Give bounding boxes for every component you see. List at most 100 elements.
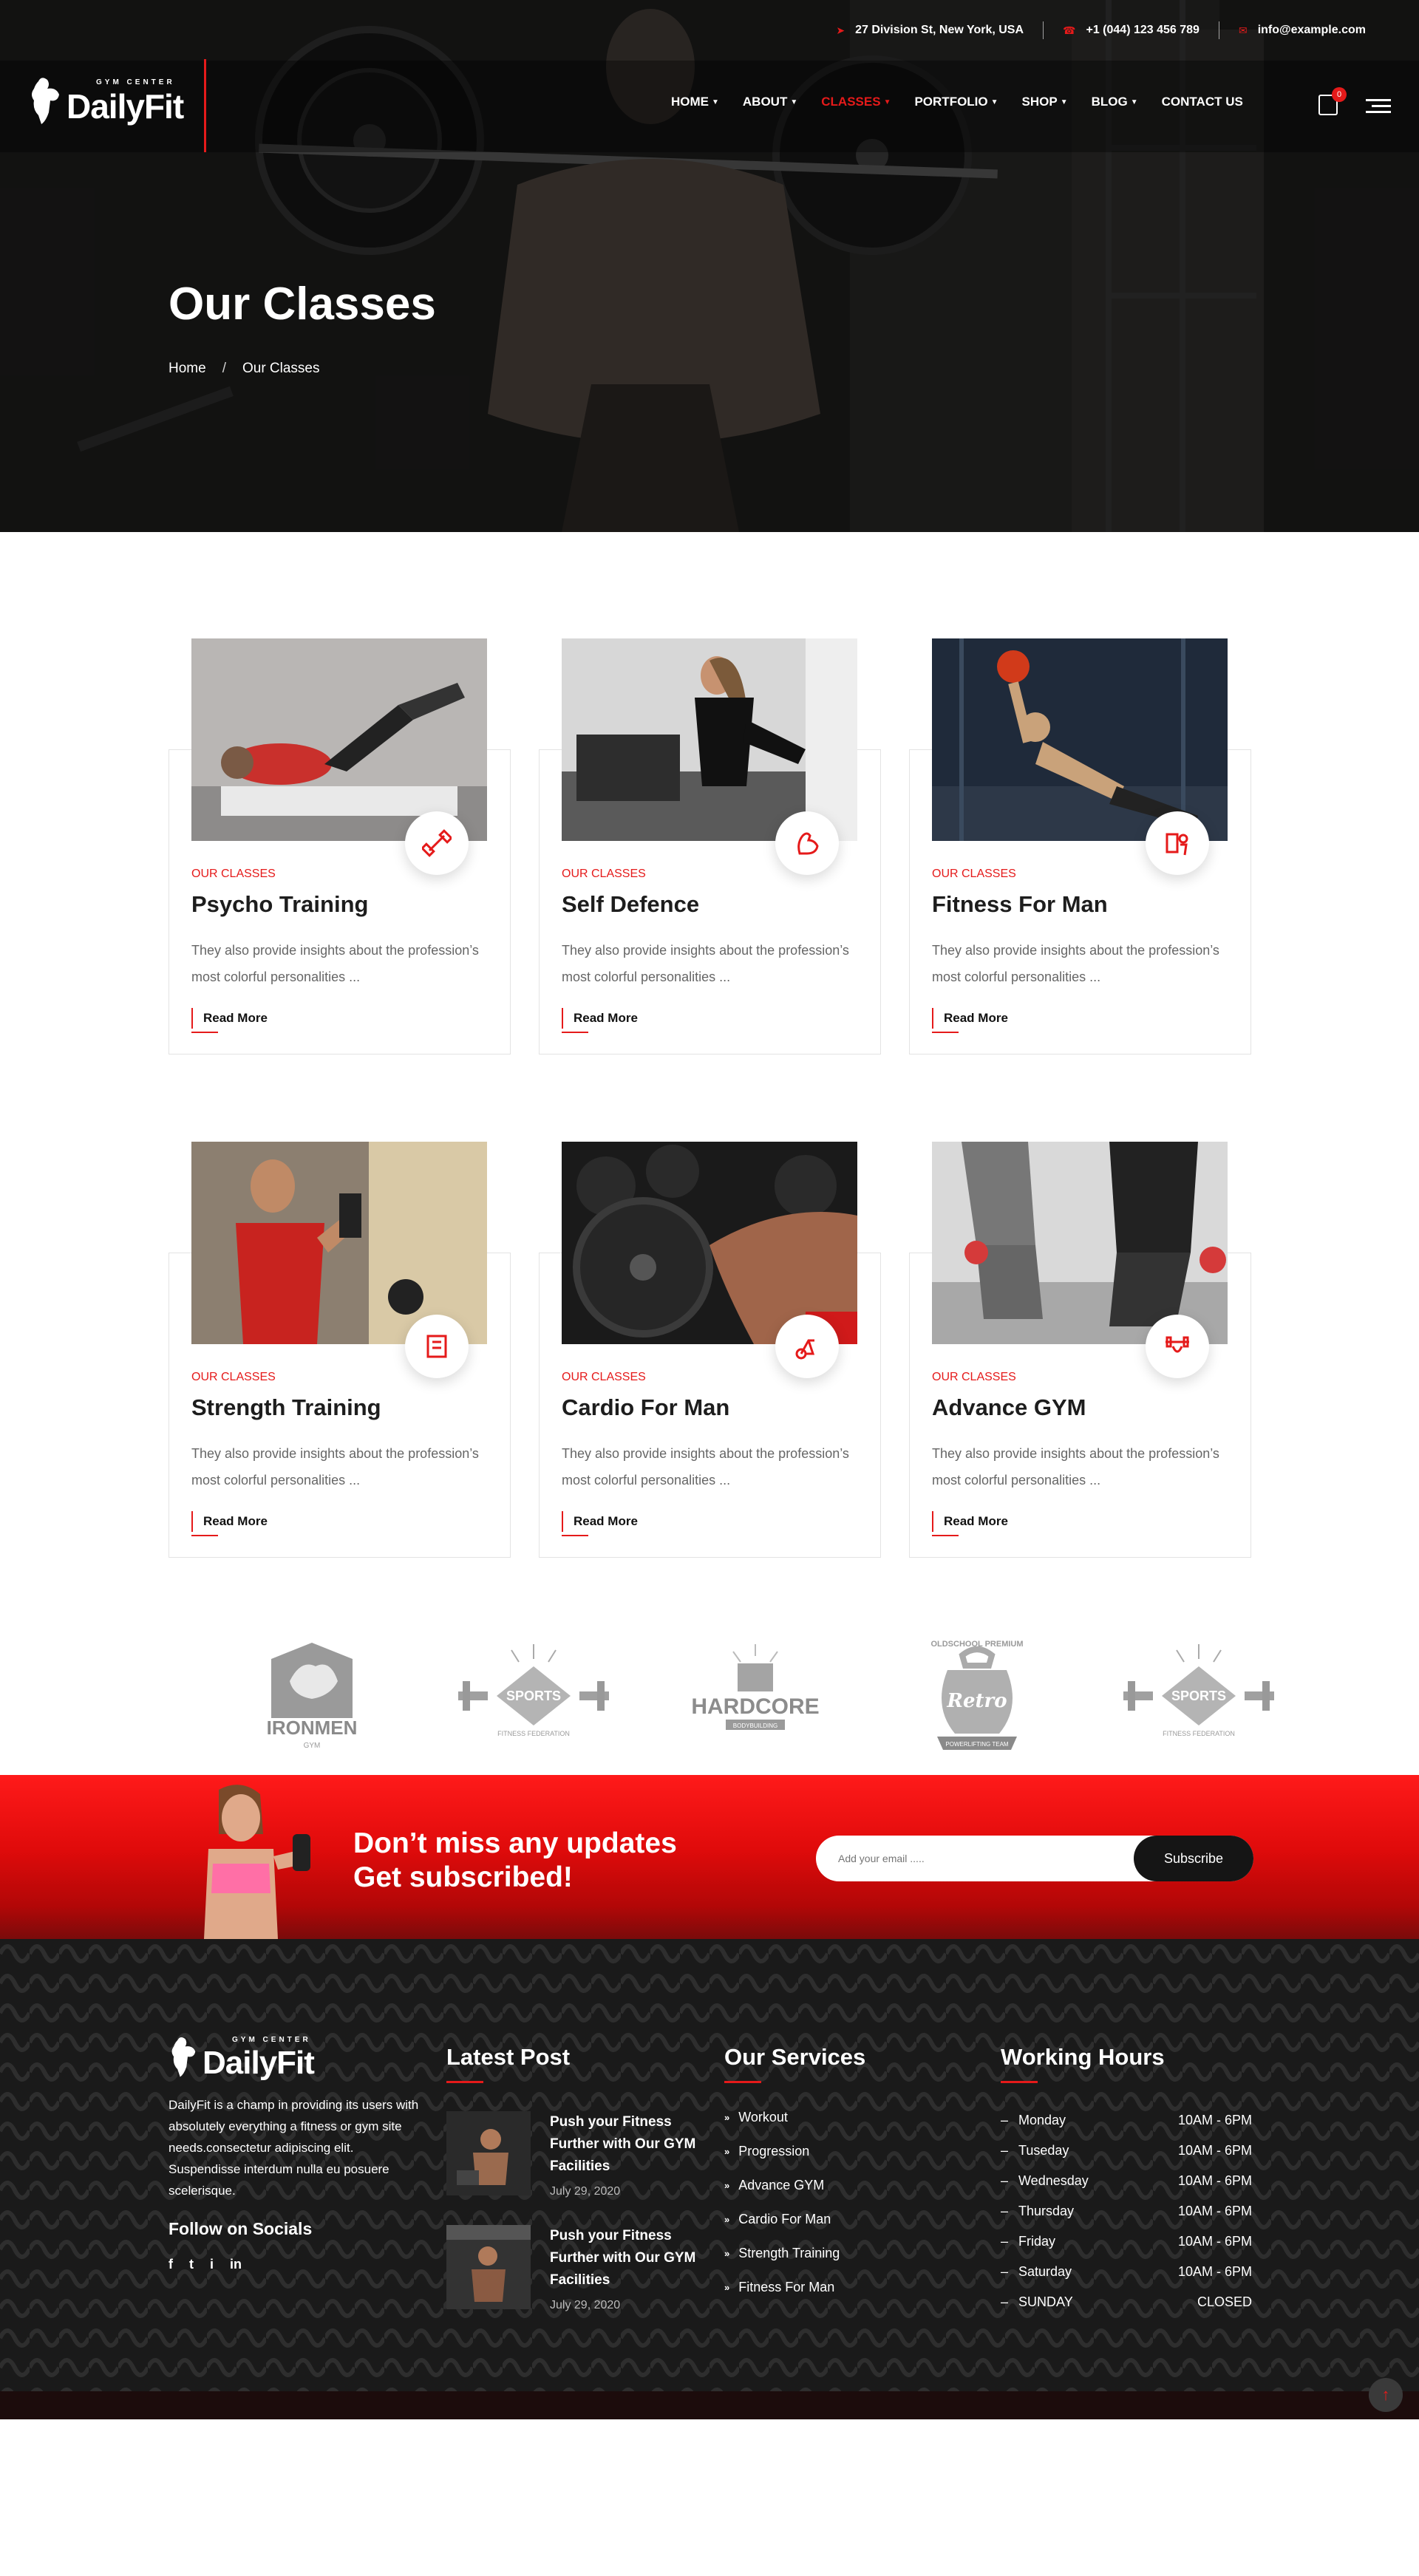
class-title[interactable]: Psycho Training (191, 891, 368, 918)
class-card: OUR CLASSES Advance GYM They also provid… (909, 1142, 1251, 1558)
phone-text[interactable]: +1 (044) 123 456 789 (1086, 24, 1199, 37)
double-chevron-icon: » (724, 2214, 730, 2225)
brand-name: Retro (946, 1690, 1007, 1712)
shopping-bag-icon[interactable]: 0 (1318, 87, 1347, 115)
email-text[interactable]: info@example.com (1258, 24, 1366, 37)
menu-item-about[interactable]: ABOUT ▼ (731, 95, 809, 109)
read-more-link[interactable]: Read More (562, 1008, 638, 1033)
service-label: Workout (738, 2110, 788, 2124)
site-footer: GYM CENTER DailyFit DailyFit is a champ … (0, 1939, 1419, 2419)
day: Wednesday (1001, 2173, 1089, 2189)
location-icon: ➤ (836, 24, 845, 36)
services-list: » Workout » Progression » Advance GYM » Card… (724, 2110, 865, 2295)
class-title[interactable]: Fitness For Man (932, 891, 1108, 918)
footer-logo[interactable]: GYM CENTER DailyFit (169, 2035, 421, 2079)
service-label: Advance GYM (738, 2178, 825, 2192)
read-more-link[interactable]: Read More (191, 1511, 268, 1536)
top-contact-bar: ➤ 27 Division St, New York, USA ☎ +1 (04… (817, 0, 1419, 61)
class-image-weight-plate[interactable] (562, 1142, 857, 1344)
menu-item-classes[interactable]: CLASSES ▼ (809, 95, 902, 109)
menu-item-home[interactable]: HOME ▼ (659, 95, 731, 109)
partner-logo-sports[interactable]: SPORTS FITNESS FEDERATION (423, 1633, 644, 1759)
time: 10AM - 6PM (1177, 2204, 1252, 2218)
class-description: They also provide insights about the pro… (932, 943, 1219, 984)
class-title[interactable]: Strength Training (191, 1394, 381, 1421)
cart-count-badge: 0 (1332, 87, 1347, 102)
phone-item[interactable]: ☎ +1 (044) 123 456 789 (1043, 21, 1219, 39)
class-description: They also provide insights about the pro… (932, 1446, 1219, 1488)
chevron-down-icon: ▼ (712, 98, 719, 106)
latest-post-item[interactable]: Push your Fitness Further with Our GYM F… (446, 2111, 705, 2198)
classes-row: OUR CLASSES Psycho Training They also pr… (169, 638, 1419, 1054)
fitness-model-image (204, 1785, 310, 1939)
hours-row: Thursday 10AM - 6PM (1001, 2204, 1252, 2219)
hamburger-menu-icon[interactable] (1366, 99, 1391, 117)
service-link[interactable]: » Progression (724, 2144, 865, 2159)
class-title[interactable]: Cardio For Man (562, 1394, 729, 1421)
read-more-link[interactable]: Read More (191, 1008, 268, 1033)
barbell-hand-icon (1146, 1315, 1209, 1378)
post-title[interactable]: Push your Fitness Further with Our GYM F… (550, 2225, 705, 2292)
hours-row: Friday 10AM - 6PM (1001, 2234, 1252, 2249)
service-link[interactable]: » Strength Training (724, 2246, 865, 2261)
menu-item-contact[interactable]: CONTACT US (1150, 95, 1255, 109)
hours-row: Monday 10AM - 6PM (1001, 2113, 1252, 2128)
read-more-link[interactable]: Read More (932, 1511, 1008, 1536)
class-card: OUR CLASSES Self Defence They also provi… (539, 638, 881, 1054)
partner-logo-hardcore[interactable]: HARDCORE BODYBUILDING (644, 1633, 866, 1759)
email-item[interactable]: ✉ info@example.com (1218, 21, 1385, 39)
class-category: OUR CLASSES (932, 1371, 1016, 1383)
instagram-icon[interactable]: i (210, 2257, 214, 2272)
exercise-bike-icon (775, 1315, 839, 1378)
read-more-link[interactable]: Read More (562, 1511, 638, 1536)
weight-machine-icon (405, 1315, 469, 1378)
post-date: July 29, 2020 (550, 2299, 621, 2311)
newsletter-headline: Don’t miss any updates Get subscribed! (353, 1827, 677, 1895)
linkedin-icon[interactable]: in (230, 2257, 242, 2272)
class-image-dumbbell-curl[interactable] (191, 1142, 487, 1344)
service-label: Strength Training (738, 2246, 840, 2260)
double-chevron-icon: » (724, 2112, 730, 2123)
logo-bodybuilder-icon (32, 78, 59, 124)
class-image-stretching[interactable] (191, 638, 487, 841)
twitter-icon[interactable]: t (189, 2257, 194, 2272)
service-link[interactable]: » Advance GYM (724, 2178, 865, 2193)
partner-logo-retro[interactable]: OLDSCHOOL PREMIUM Retro POWERLIFTING TEA… (866, 1633, 1088, 1759)
menu-item-shop[interactable]: SHOP ▼ (1010, 95, 1080, 109)
post-thumbnail[interactable] (446, 2111, 531, 2195)
time: 10AM - 6PM (1177, 2264, 1252, 2279)
site-logo[interactable]: GYM CENTER DailyFit (28, 71, 205, 132)
partner-logo-sports-2[interactable]: SPORTS FITNESS FEDERATION (1088, 1633, 1310, 1759)
email-input[interactable] (838, 1836, 1119, 1881)
read-more-link[interactable]: Read More (932, 1008, 1008, 1033)
post-thumbnail[interactable] (446, 2225, 531, 2309)
partner-logo-ironmen[interactable]: IRONMEN GYM (201, 1633, 423, 1759)
service-link[interactable]: » Cardio For Man (724, 2212, 865, 2227)
working-hours-list: Monday 10AM - 6PM Tuseday 10AM - 6PM Wedne… (1001, 2113, 1252, 2310)
class-description: They also provide insights about the pro… (191, 943, 479, 984)
post-title[interactable]: Push your Fitness Further with Our GYM F… (550, 2111, 705, 2178)
scroll-to-top-button[interactable]: ↑ (1369, 2378, 1403, 2412)
class-title[interactable]: Self Defence (562, 891, 699, 918)
menu-item-blog[interactable]: BLOG ▼ (1080, 95, 1150, 109)
service-link[interactable]: » Workout (724, 2110, 865, 2125)
class-image-lunges[interactable] (932, 1142, 1228, 1344)
burger-line (1372, 105, 1391, 107)
class-image-running[interactable] (562, 638, 857, 841)
class-category: OUR CLASSES (562, 868, 646, 880)
facebook-icon[interactable]: f (169, 2257, 173, 2272)
class-title[interactable]: Advance GYM (932, 1394, 1086, 1421)
phone-icon: ☎ (1063, 24, 1076, 36)
class-image-kettlebell[interactable] (932, 638, 1228, 841)
menu-item-portfolio[interactable]: PORTFOLIO ▼ (902, 95, 1010, 109)
latest-post-item[interactable]: Push your Fitness Further with Our GYM F… (446, 2225, 705, 2312)
newsletter-banner: Don’t miss any updates Get subscribed! S… (0, 1775, 1419, 1939)
day: SUNDAY (1001, 2294, 1073, 2310)
day: Monday (1001, 2113, 1066, 2128)
breadcrumb-current: Our Classes (242, 361, 320, 376)
chevron-down-icon: ▼ (990, 98, 998, 106)
service-link[interactable]: » Fitness For Man (724, 2280, 865, 2295)
subscribe-button[interactable]: Subscribe (1134, 1836, 1253, 1881)
breadcrumb-home-link[interactable]: Home (169, 361, 206, 377)
follow-heading: Follow on Socials (169, 2219, 313, 2238)
